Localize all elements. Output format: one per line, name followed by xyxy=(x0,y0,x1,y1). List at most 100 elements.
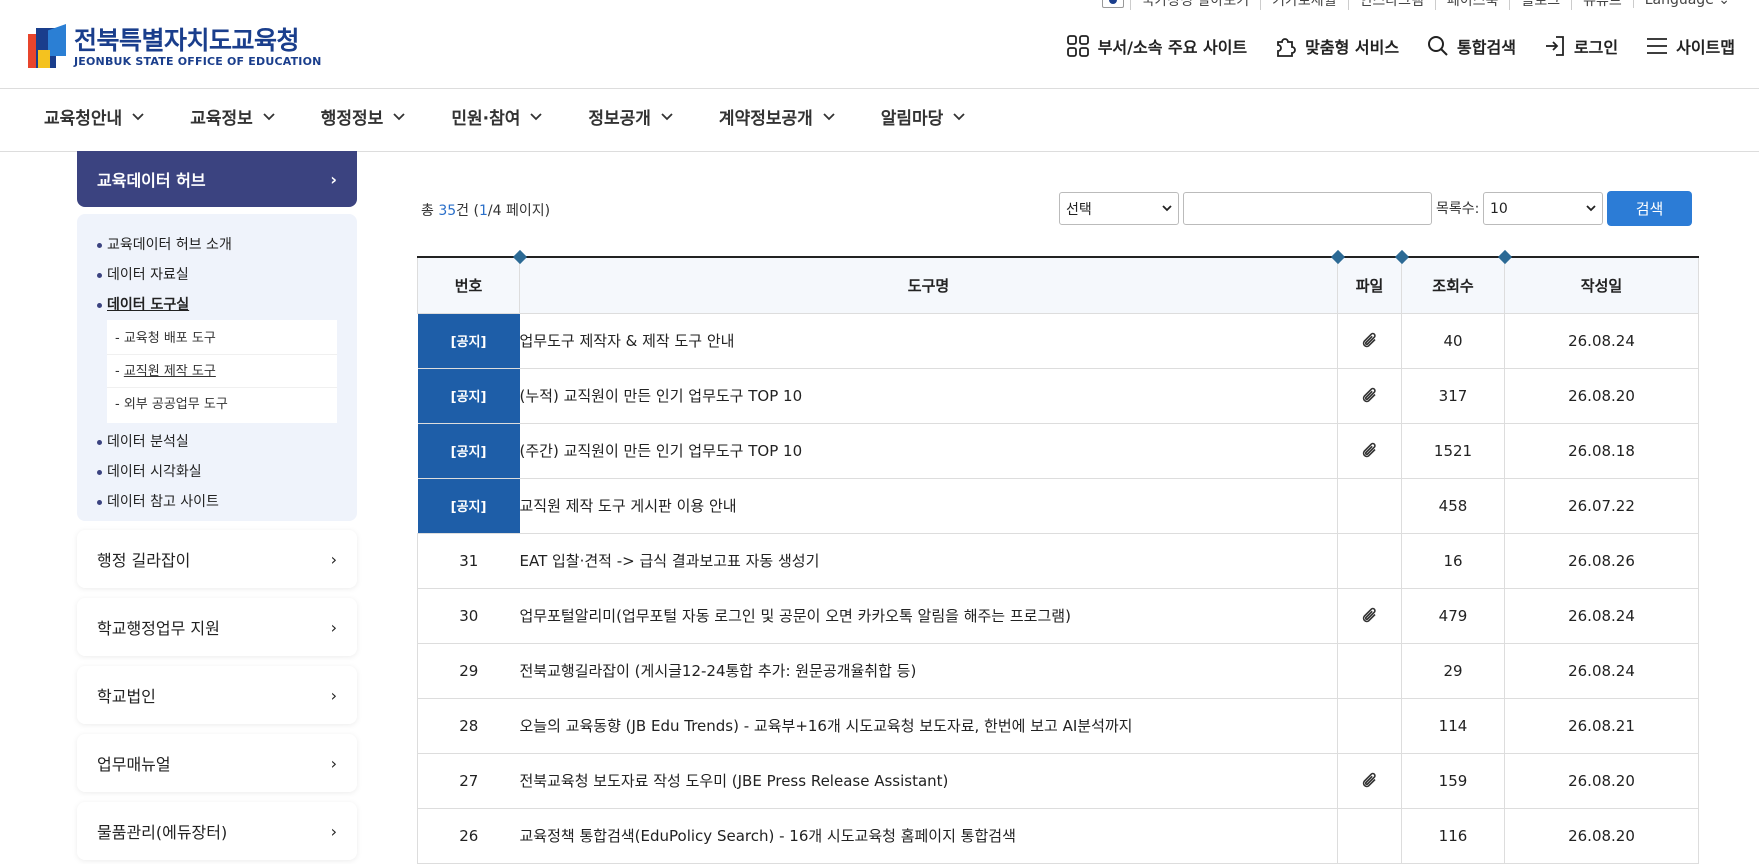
logo-mark-icon xyxy=(28,24,68,70)
chevron-right-icon: › xyxy=(330,617,337,637)
nav-item-office-info[interactable]: 교육청안내 xyxy=(44,104,144,129)
sidebar-subitem-office-tools[interactable]: - 교육청 배포 도구 xyxy=(107,322,337,355)
util-link-youtube[interactable]: 유튜브 xyxy=(1571,0,1633,10)
row-date: 26.08.20 xyxy=(1504,753,1699,809)
sidebar-section-school-corp[interactable]: 학교법인 › xyxy=(77,666,357,724)
row-views: 1521 xyxy=(1401,423,1505,479)
notice-row[interactable]: [공지] 교직원 제작 도구 게시판 이용 안내 458 26.07.22 xyxy=(417,478,1699,534)
notice-row[interactable]: [공지] (누적) 교직원이 만든 인기 업무도구 TOP 10 317 26.08.… xyxy=(417,368,1699,424)
row-title-link[interactable]: EAT 입찰·견적 -> 급식 결과보고표 자동 생성기 xyxy=(519,533,1338,589)
sidebar-section-label: 물품관리(에듀장터) xyxy=(97,823,228,842)
list-count-select[interactable]: 10 xyxy=(1483,192,1603,225)
sidebar-item-hub-intro[interactable]: 교육데이터 허브 소개 xyxy=(97,230,357,260)
row-number: 28 xyxy=(417,698,520,754)
table-row[interactable]: 30 업무포털알리미(업무포털 자동 로그인 및 공문이 오면 카카오톡 알림을 … xyxy=(417,588,1699,644)
grid-icon xyxy=(1066,35,1089,57)
sidebar-section-manual[interactable]: 업무매뉴얼 › xyxy=(77,734,357,792)
row-title-link[interactable]: (주간) 교직원이 만든 인기 업무도구 TOP 10 xyxy=(519,423,1338,479)
sitemap-button[interactable]: 사이트맵 xyxy=(1646,34,1735,58)
nav-label: 민원·참여 xyxy=(451,109,521,129)
row-title-link[interactable]: 교직원 제작 도구 게시판 이용 안내 xyxy=(519,478,1338,534)
nav-item-disclosure[interactable]: 정보공개 xyxy=(588,104,673,129)
logo-kr-text: 전북특별자치도교육청 xyxy=(74,25,300,55)
sidebar-section-admin-guide[interactable]: 행정 길라잡이 › xyxy=(77,530,357,588)
language-selector[interactable]: Language ⌄ xyxy=(1632,0,1741,8)
site-logo[interactable]: 전북특별자치도교육청 JEONBUK STATE OFFICE OF EDUCA… xyxy=(28,24,322,70)
nav-item-civil[interactable]: 민원·참여 xyxy=(451,104,542,129)
chevron-down-icon xyxy=(530,112,542,120)
sidebar-item-analysis[interactable]: 데이터 분석실 xyxy=(97,427,357,457)
table-row[interactable]: 28 오늘의 교육동향 (JB Edu Trends) - 교육부+16개 시도교… xyxy=(417,698,1699,754)
total-count-number: 35 xyxy=(438,203,457,219)
nav-item-admin-info[interactable]: 행정정보 xyxy=(321,104,406,129)
current-page-number: 1 xyxy=(478,203,488,219)
puzzle-icon xyxy=(1277,38,1296,57)
notice-badge: [공지] xyxy=(417,313,520,369)
sidebar-active-section[interactable]: 교육데이터 허브 › xyxy=(77,151,357,207)
sidebar-item-visualization[interactable]: 데이터 시각화실 xyxy=(97,457,357,487)
row-title-link[interactable]: 교육정책 통합검색(EduPolicy Search) - 16개 시도교육청 … xyxy=(519,808,1338,864)
row-title-link[interactable]: 전북교행길라잡이 (게시글12-24통합 추가: 원문공개율취합 등) xyxy=(519,643,1338,699)
table-row[interactable]: 31 EAT 입찰·견적 -> 급식 결과보고표 자동 생성기 16 26.08.26 xyxy=(417,533,1699,589)
row-title-link[interactable]: (누적) 교직원이 만든 인기 업무도구 TOP 10 xyxy=(519,368,1338,424)
dept-sites-button[interactable]: 부서/소속 주요 사이트 xyxy=(1066,34,1247,58)
login-label: 로그인 xyxy=(1573,38,1619,57)
row-views: 458 xyxy=(1401,478,1505,534)
util-link-blog[interactable]: 블로그 xyxy=(1509,0,1571,10)
nav-label: 교육청안내 xyxy=(44,109,123,129)
paperclip-icon[interactable] xyxy=(1361,771,1379,791)
nav-item-edu-info[interactable]: 교육정보 xyxy=(190,104,275,129)
row-views: 479 xyxy=(1401,588,1505,644)
bullet-icon xyxy=(97,499,102,505)
notice-row[interactable]: [공지] 업무도구 제작자 & 제작 도구 안내 40 26.08.24 xyxy=(417,313,1699,369)
paperclip-icon[interactable] xyxy=(1361,606,1379,626)
nav-item-contract[interactable]: 계약정보공개 xyxy=(719,104,835,129)
table-row[interactable]: 27 전북교육청 보도자료 작성 도우미 (JBE Press Release A… xyxy=(417,753,1699,809)
sidebar-subitem-staff-tools[interactable]: - 교직원 제작 도구 xyxy=(107,355,337,388)
row-date: 26.08.24 xyxy=(1504,313,1699,369)
table-row[interactable]: 29 전북교행길라잡이 (게시글12-24통합 추가: 원문공개율취합 등) 29 2… xyxy=(417,643,1699,699)
header-divider xyxy=(0,88,1759,89)
notice-row[interactable]: [공지] (주간) 교직원이 만든 인기 업무도구 TOP 10 1521 26.08… xyxy=(417,423,1699,479)
paperclip-icon[interactable] xyxy=(1361,386,1379,406)
row-file-cell xyxy=(1337,588,1402,644)
sidebar-item-data-archive[interactable]: 데이터 자료실 xyxy=(97,260,357,290)
sitemap-label: 사이트맵 xyxy=(1676,38,1735,57)
nav-item-notice[interactable]: 알림마당 xyxy=(881,104,966,129)
row-views: 114 xyxy=(1401,698,1505,754)
col-header-no: 번호 xyxy=(417,257,520,314)
util-link-national-symbol[interactable]: 국가상징 알아보기 xyxy=(1129,0,1261,10)
bullet-icon xyxy=(97,302,102,308)
sidebar-subitem-external-tools[interactable]: - 외부 공공업무 도구 xyxy=(107,388,337,421)
sidebar-section-label: 행정 길라잡이 xyxy=(97,551,191,570)
integrated-search-label: 통합검색 xyxy=(1457,38,1516,57)
row-date: 26.07.22 xyxy=(1504,478,1699,534)
row-title-link[interactable]: 업무도구 제작자 & 제작 도구 안내 xyxy=(519,313,1338,369)
util-link-2[interactable]: 기가로세월 xyxy=(1260,0,1347,10)
row-number: 29 xyxy=(417,643,520,699)
integrated-search-button[interactable]: 통합검색 xyxy=(1427,34,1516,58)
sidebar-section-goods[interactable]: 물품관리(에듀장터) › xyxy=(77,802,357,860)
table-row[interactable]: 26 교육정책 통합검색(EduPolicy Search) - 16개 시도교육… xyxy=(417,808,1699,864)
chevron-down-icon xyxy=(132,112,144,120)
util-link-instagram[interactable]: 인스타그램 xyxy=(1347,0,1435,10)
login-button[interactable]: 로그인 xyxy=(1544,34,1618,58)
sidebar-item-data-tools[interactable]: 데이터 도구실 xyxy=(97,290,357,320)
custom-service-button[interactable]: 맞춤형 서비스 xyxy=(1275,34,1399,58)
row-file-cell xyxy=(1337,313,1402,369)
chevron-down-icon xyxy=(1162,205,1172,212)
sidebar-item-reference-sites[interactable]: 데이터 참고 사이트 xyxy=(97,487,357,517)
korea-flag-icon xyxy=(1101,0,1124,8)
paperclip-icon[interactable] xyxy=(1361,331,1379,351)
search-button[interactable]: 검색 xyxy=(1607,191,1692,226)
sidebar-section-school-admin[interactable]: 학교행정업무 지원 › xyxy=(77,598,357,656)
search-field-select[interactable]: 선택 xyxy=(1059,192,1179,225)
row-title-link[interactable]: 전북교육청 보도자료 작성 도우미 (JBE Press Release Ass… xyxy=(519,753,1338,809)
row-number: 31 xyxy=(417,533,520,589)
search-keyword-input[interactable] xyxy=(1183,192,1432,225)
row-date: 26.08.24 xyxy=(1504,643,1699,699)
paperclip-icon[interactable] xyxy=(1361,441,1379,461)
util-link-facebook[interactable]: 페이스북 xyxy=(1434,0,1510,10)
row-title-link[interactable]: 업무포털알리미(업무포털 자동 로그인 및 공문이 오면 카카오톡 알림을 해주… xyxy=(519,588,1338,644)
row-title-link[interactable]: 오늘의 교육동향 (JB Edu Trends) - 교육부+16개 시도교육청… xyxy=(519,698,1338,754)
